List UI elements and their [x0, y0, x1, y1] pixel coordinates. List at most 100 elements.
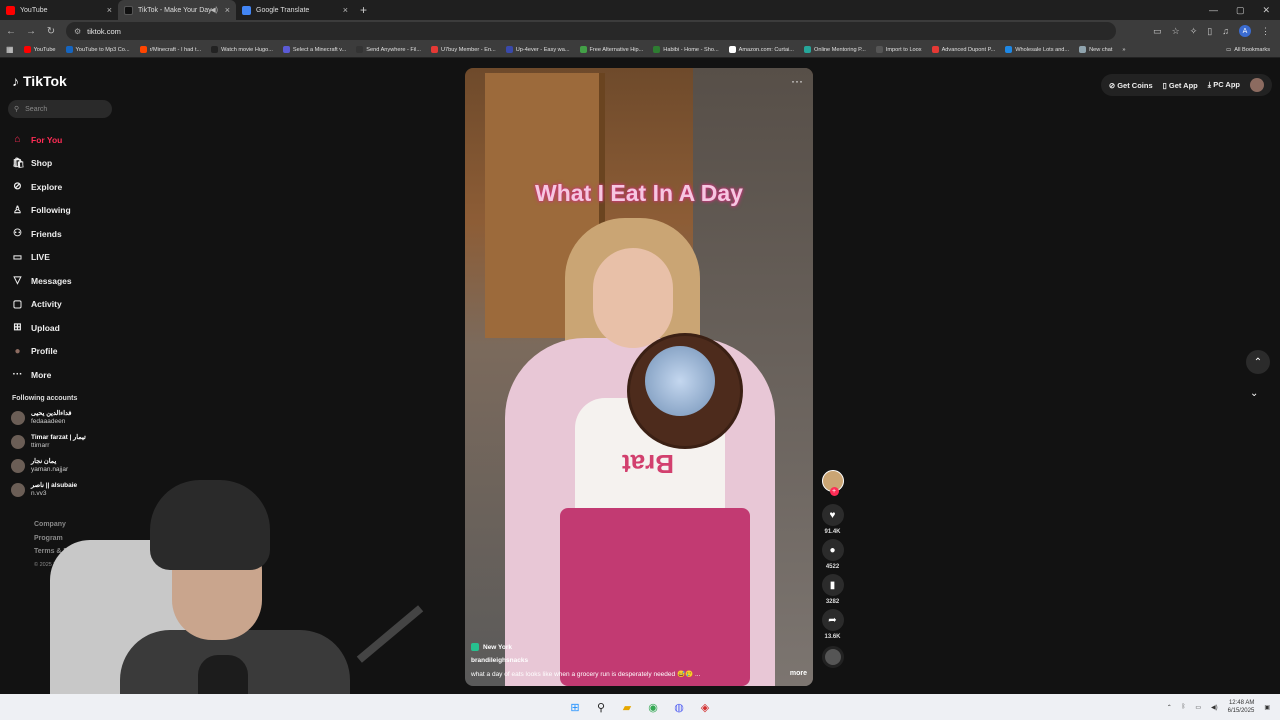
nav-item-for-you[interactable]: ⌂ For You — [12, 128, 122, 152]
clock[interactable]: 12:48 AM 6/15/2025 — [1228, 699, 1255, 715]
get-coins-button[interactable]: ⊘ Get Coins — [1109, 81, 1153, 90]
account-text: فداءالدين يحيى fedaaadeen — [31, 410, 72, 426]
pc-app-label: PC App — [1213, 80, 1240, 89]
share-button[interactable]: ➦ — [821, 609, 844, 631]
close-tab-icon[interactable]: × — [343, 5, 348, 15]
follow-plus-icon[interactable]: + — [829, 487, 839, 496]
all-bookmarks-button[interactable]: ▭ All Bookmarks — [1226, 47, 1280, 53]
tiktok-note-icon: ♪ — [12, 73, 19, 89]
app-icon[interactable]: ◈ — [698, 700, 712, 714]
like-button[interactable]: ♥ — [821, 504, 844, 526]
bookmark-item[interactable]: Select a Minecraft v... — [282, 46, 346, 53]
network-icon[interactable]: ▭ — [1195, 704, 1201, 711]
nav-item-messages[interactable]: ▽ Messages — [12, 269, 122, 293]
cast-icon[interactable]: ▭ — [1153, 26, 1162, 37]
avatar — [11, 435, 25, 449]
bookmark-item[interactable]: YouTube — [23, 46, 56, 53]
live-icon: ▭ — [12, 251, 23, 263]
reload-icon[interactable]: ↻ — [46, 26, 56, 37]
close-tab-icon[interactable]: × — [107, 5, 112, 15]
download-icon: ⤓ — [1207, 80, 1212, 89]
heart-icon: ♥ — [829, 509, 836, 521]
notifications-icon[interactable]: ▣ — [1264, 704, 1270, 711]
following-account[interactable]: فداءالدين يحيى fedaaadeen — [11, 410, 111, 426]
nav-item-profile[interactable]: ● Profile — [12, 340, 122, 364]
menu-kebab-icon[interactable]: ⋮ — [1261, 26, 1270, 37]
tray-chevron-icon[interactable]: ⌃ — [1167, 704, 1172, 711]
nav-label: Friends — [31, 228, 62, 239]
tab-youtube[interactable]: YouTube × — [0, 0, 118, 20]
bookmark-item[interactable]: r/Minecraft - I had t... — [139, 46, 201, 53]
video-location[interactable]: New York — [471, 643, 807, 651]
maximize-icon[interactable]: ▢ — [1236, 5, 1245, 16]
creator-avatar[interactable]: + — [821, 470, 844, 496]
save-button[interactable]: ▮ — [821, 574, 844, 596]
bookmark-item[interactable]: Habibi - Home - Sho... — [653, 46, 719, 53]
caption-more-link[interactable]: more — [790, 670, 807, 678]
profile-avatar[interactable]: A — [1239, 25, 1251, 37]
nav-item-more[interactable]: ··· More — [12, 363, 122, 387]
nav-item-following[interactable]: ♙ Following — [12, 199, 122, 223]
bookmark-item[interactable]: Online Mentoring P... — [803, 46, 866, 53]
user-avatar[interactable] — [1250, 78, 1264, 92]
friends-icon: ⚇ — [13, 228, 22, 240]
bookmark-item[interactable]: Wholesale Lots and... — [1005, 46, 1069, 53]
sound-disc-icon[interactable] — [821, 646, 844, 668]
bluetooth-icon[interactable]: ᛒ — [1182, 704, 1186, 710]
video-author[interactable]: brandileighsnacks — [471, 657, 807, 664]
discord-icon[interactable]: ◍ — [672, 700, 686, 714]
taskbar-search-icon[interactable]: ⚲ — [594, 700, 608, 714]
following-accounts-title: Following accounts — [12, 395, 78, 402]
forward-icon[interactable]: → — [26, 26, 36, 37]
comment-button[interactable]: ● — [821, 539, 844, 561]
bookmark-item[interactable]: Free Alternative Hip... — [579, 46, 643, 53]
nav-item-friends[interactable]: ⚇ Friends — [12, 222, 122, 246]
close-tab-icon[interactable]: × — [225, 5, 230, 15]
close-window-icon[interactable]: ✕ — [1262, 5, 1270, 16]
like-count: 91.4K — [824, 529, 841, 535]
nav-item-activity[interactable]: ▢ Activity — [12, 293, 122, 317]
nav-item-live[interactable]: ▭ LIVE — [12, 246, 122, 270]
minimize-icon[interactable]: — — [1209, 5, 1218, 15]
nav-item-upload[interactable]: ⊞ Upload — [12, 316, 122, 340]
nav-label: LIVE — [31, 252, 50, 263]
bookmarks-overflow-icon[interactable]: » — [1122, 47, 1125, 53]
nav-item-explore[interactable]: ⊘ Explore — [12, 175, 122, 199]
bookmark-star-icon[interactable]: ☆ — [1172, 26, 1180, 37]
nav-item-shop[interactable]: 🛍 Shop — [12, 152, 122, 176]
video-actions: + ♥ 91.4K ● 4522 ▮ 3282 ➦ 13.6K — [820, 470, 845, 668]
new-tab-icon[interactable]: + — [360, 3, 367, 17]
get-app-button[interactable]: ▯ Get App — [1163, 81, 1198, 90]
windows-start-icon[interactable]: ⊞ — [568, 700, 582, 714]
bookmark-item[interactable]: Import to Loox — [875, 46, 922, 53]
video-options-icon[interactable]: ··· — [791, 74, 803, 88]
previous-video-button[interactable]: ⌃ — [1246, 350, 1270, 374]
speaker-icon[interactable]: ◀) — [210, 6, 218, 14]
bookmark-item[interactable]: Up-4ever - Easy wa... — [505, 46, 570, 53]
bookmark-item[interactable]: Advanced Dupont P... — [931, 46, 995, 53]
volume-icon[interactable]: ◀) — [1211, 704, 1218, 711]
back-icon[interactable]: ← — [6, 26, 16, 37]
tiktok-logo[interactable]: ♪ TikTok — [12, 73, 67, 89]
media-icon[interactable]: ♫ — [1222, 26, 1229, 36]
bookmark-item[interactable]: Amazon.com: Curtai... — [728, 46, 794, 53]
extensions-icon[interactable]: ✧ — [1190, 26, 1198, 37]
bookmark-item[interactable]: Watch movie Hugo... — [211, 46, 273, 53]
search-input[interactable]: ⚲ Search — [8, 100, 112, 118]
site-info-icon[interactable]: ⚙ — [74, 27, 81, 36]
url-field[interactable]: ⚙ tiktok.com — [66, 22, 1116, 40]
apps-grid-icon[interactable]: ▦ — [6, 45, 14, 54]
bookmark-item[interactable]: U7buy Member - En... — [431, 46, 496, 53]
chrome-icon[interactable]: ◉ — [646, 700, 660, 714]
bookmark-item[interactable]: YouTube to Mp3 Co... — [65, 46, 130, 53]
bookmark-item[interactable]: New chat — [1079, 46, 1112, 53]
bookmark-item[interactable]: Send Anywhere - Fil... — [356, 46, 421, 53]
tab-google-translate[interactable]: Google Translate × — [236, 0, 354, 20]
following-account[interactable]: Timar farzat | تيمار ttimarr — [11, 434, 111, 450]
file-explorer-icon[interactable]: ▰ — [620, 700, 634, 714]
video-player[interactable]: Brat What I Eat In A Day ··· New York br… — [465, 68, 813, 686]
next-video-button[interactable]: ⌄ — [1250, 388, 1258, 399]
tab-tiktok[interactable]: TikTok - Make Your Day ◀) × — [118, 0, 236, 20]
pc-app-button[interactable]: ⤓ PC App — [1208, 80, 1240, 90]
sidepanel-icon[interactable]: ▯ — [1207, 26, 1212, 37]
